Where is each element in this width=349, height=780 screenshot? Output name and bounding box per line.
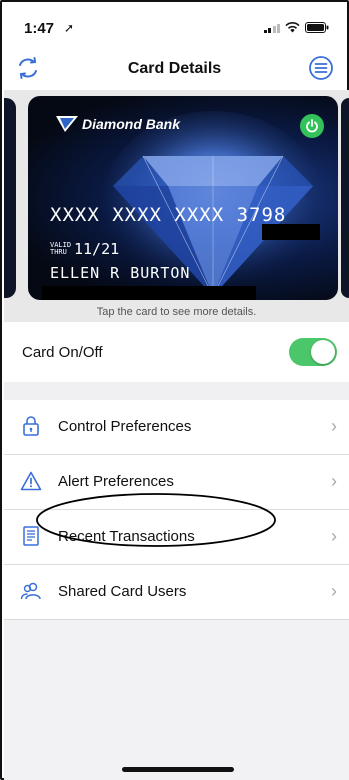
signal-icon (263, 23, 280, 33)
power-icon[interactable] (300, 114, 324, 138)
previous-card-peek[interactable] (4, 98, 16, 298)
chevron-right-icon: › (331, 471, 337, 491)
chevron-right-icon: › (331, 526, 337, 546)
bank-logo-icon (56, 116, 78, 132)
wifi-icon (285, 22, 300, 33)
status-indicators (263, 22, 330, 33)
chevron-right-icon: › (331, 416, 337, 436)
card-toggle-row: Card On/Off (4, 322, 349, 382)
list-item-label: Shared Card Users (58, 583, 187, 600)
list-item-label: Control Preferences (58, 418, 192, 435)
card-on-off-switch[interactable] (289, 338, 337, 366)
section-divider (4, 382, 349, 400)
switch-knob (311, 340, 335, 364)
chevron-right-icon: › (331, 581, 337, 601)
home-indicator[interactable] (122, 767, 234, 772)
nav-bar: Card Details (2, 50, 347, 88)
card-holder-name: ELLEN R BURTON (50, 264, 191, 282)
list-item-label: Alert Preferences (58, 473, 174, 490)
card-number: XXXX XXXX XXXX 3798 (50, 204, 287, 226)
card-expiry: 11/21 (74, 240, 120, 258)
status-bar: 1:47 ➚ (2, 16, 347, 40)
location-icon: ➚ (64, 21, 75, 35)
phone-frame: 1:47 ➚ Card Details Diamond Bank XXXX XX… (0, 0, 349, 780)
next-card-peek[interactable] (341, 98, 349, 298)
alert-icon (20, 471, 42, 491)
list-item-shared-card-users[interactable]: Shared Card Users › (4, 565, 349, 620)
annotation-ellipse (36, 493, 276, 547)
lock-icon (23, 416, 39, 436)
menu-icon[interactable] (307, 54, 335, 82)
bank-name: Diamond Bank (82, 116, 181, 132)
users-icon (20, 582, 41, 600)
card-hint: Tap the card to see more details. (96, 306, 257, 318)
page-title: Card Details (127, 60, 222, 77)
credit-card[interactable]: Diamond Bank XXXX XXXX XXXX 3798 VALID T… (28, 96, 338, 300)
empty-area (4, 620, 349, 780)
card-carousel[interactable]: Diamond Bank XXXX XXXX XXXX 3798 VALID T… (4, 90, 349, 322)
valid-thru-label: VALID THRU (50, 242, 71, 256)
redaction-bar (42, 286, 256, 300)
list-item-control-preferences[interactable]: Control Preferences › (4, 400, 349, 455)
thru-label: THRU (50, 248, 67, 256)
bank-logo: Diamond Bank (56, 116, 180, 132)
battery-icon (305, 22, 329, 33)
status-time: 1:47 (24, 20, 55, 37)
card-toggle-label: Card On/Off (22, 344, 103, 361)
redaction-bar (262, 224, 320, 240)
